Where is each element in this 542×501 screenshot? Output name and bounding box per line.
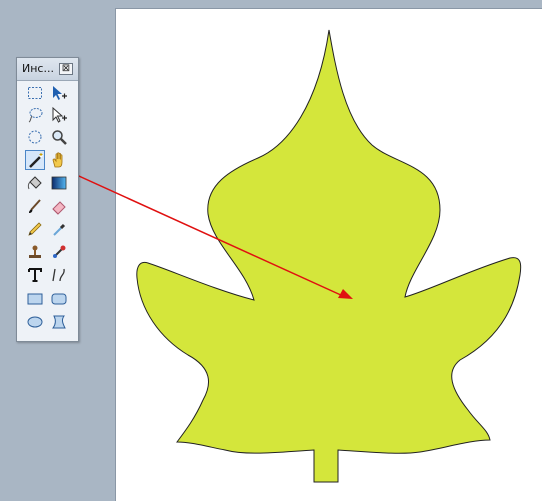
pencil-icon — [28, 222, 42, 236]
tool-freeform-shape[interactable] — [49, 312, 69, 332]
magic-wand-icon — [29, 153, 43, 168]
tool-color-picker[interactable] — [49, 219, 69, 239]
recolor-icon — [53, 245, 66, 258]
tool-pencil[interactable] — [25, 219, 45, 239]
rectangle-icon — [27, 293, 43, 305]
ellipse-icon — [27, 316, 43, 328]
tool-line-curve[interactable] — [49, 265, 69, 285]
freeform-shape-icon — [52, 315, 66, 329]
ellipse-select-icon — [28, 130, 42, 144]
tool-gradient[interactable] — [49, 173, 69, 193]
tool-magic-wand[interactable] — [25, 150, 45, 170]
tool-zoom[interactable] — [49, 127, 69, 147]
line-curve-icon — [52, 268, 65, 282]
tool-recolor[interactable] — [49, 242, 69, 262]
image-canvas[interactable] — [115, 8, 542, 501]
rectangle-select-icon — [28, 87, 42, 99]
paintbrush-icon — [29, 199, 41, 213]
eraser-icon — [52, 201, 66, 215]
tool-paint-bucket[interactable] — [25, 173, 45, 193]
lasso-select-icon — [28, 108, 43, 123]
text-icon — [28, 268, 42, 282]
gradient-icon — [51, 176, 67, 190]
tool-eraser[interactable] — [49, 196, 69, 216]
move-selection-icon — [53, 86, 67, 100]
tools-window-titlebar[interactable]: Инс... ⊠ — [17, 58, 78, 81]
tools-window[interactable]: Инс... ⊠ — [16, 57, 79, 342]
tool-pan[interactable] — [49, 150, 69, 170]
tool-paintbrush[interactable] — [25, 196, 45, 216]
close-button[interactable]: ⊠ — [59, 63, 73, 75]
tool-lasso-select[interactable] — [25, 105, 45, 125]
tool-rectangle-select[interactable] — [25, 83, 45, 103]
move-selected-icon — [52, 106, 67, 123]
tool-ellipse-select[interactable] — [25, 127, 45, 147]
tool-text[interactable] — [25, 265, 45, 285]
tool-ellipse[interactable] — [25, 312, 45, 332]
zoom-icon — [52, 130, 67, 145]
tool-rounded-rectangle[interactable] — [49, 289, 69, 309]
color-picker-icon — [53, 223, 66, 236]
tool-clone-stamp[interactable] — [25, 242, 45, 262]
paint-bucket-icon — [27, 176, 42, 190]
rounded-rectangle-icon — [51, 293, 67, 305]
clone-stamp-icon — [29, 245, 41, 258]
tool-move-selected[interactable] — [49, 105, 69, 125]
tool-move-selection[interactable] — [49, 83, 69, 103]
pan-hand-icon — [52, 152, 63, 168]
tools-window-title: Инс... — [22, 62, 54, 75]
tool-rectangle[interactable] — [25, 289, 45, 309]
